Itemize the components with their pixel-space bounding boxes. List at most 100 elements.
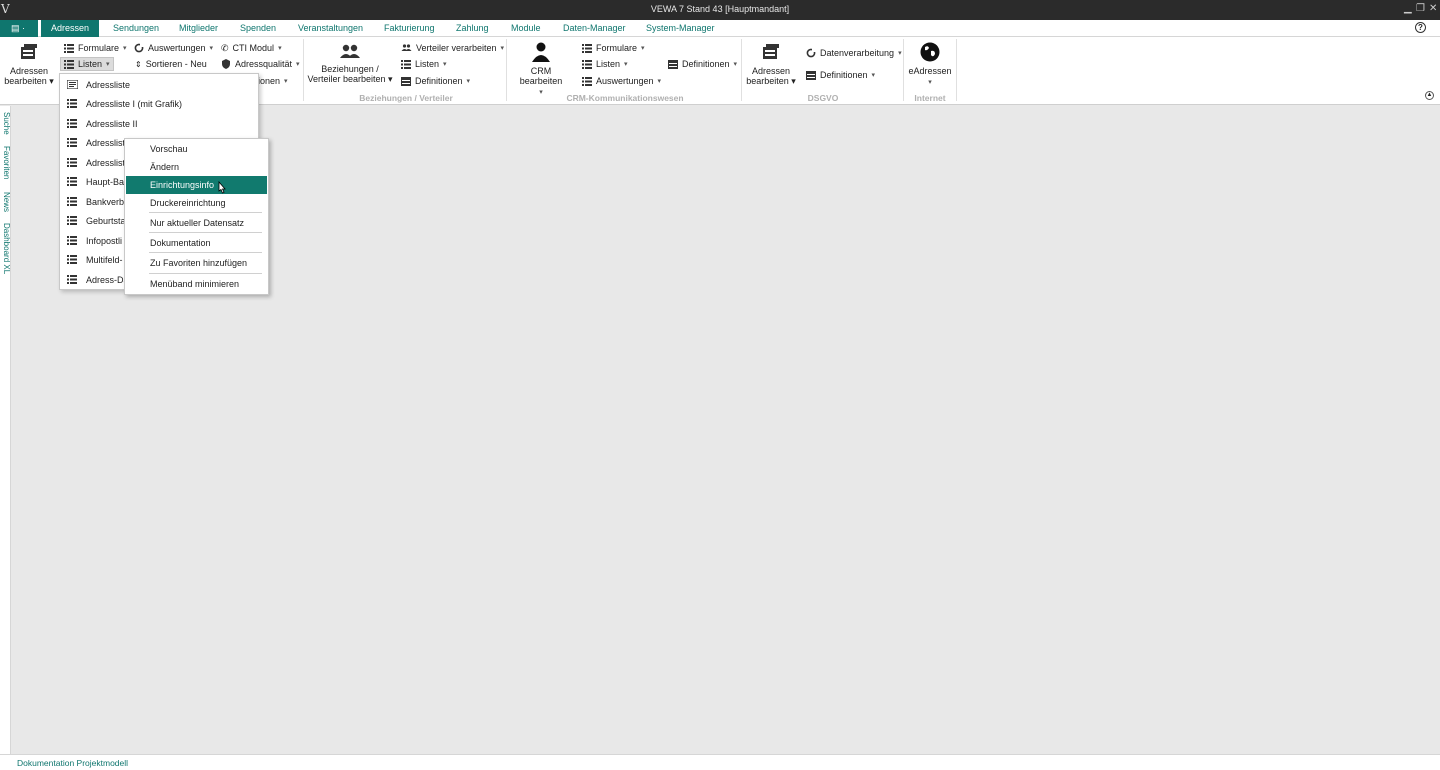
crm-bearbeiten-button[interactable]: CRM bearbeiten ▾ [509,42,573,98]
list-item-label: Infopostli [86,236,123,246]
status-text[interactable]: Dokumentation Projektmodell [17,758,128,768]
context-item-aendern[interactable]: Ändern [126,158,267,176]
list-item-label: Adresslist [86,138,126,148]
list-item[interactable]: Adressliste [60,75,258,94]
listen2-button[interactable]: Listen ▾ [401,57,447,71]
crm-auswertungen-button[interactable]: Auswertungen ▾ [582,74,661,88]
list-icon [582,76,592,86]
shield-icon [222,59,230,69]
database-icon [401,76,411,86]
list-icon [67,99,77,108]
listen-button[interactable]: Listen ▾ [60,57,114,71]
restore-button[interactable]: ❐ [1416,3,1425,14]
tab-zahlung[interactable]: Zahlung [456,23,489,33]
menu-separator [149,232,262,233]
list-item[interactable]: Adressliste I (mit Grafik) [60,94,258,113]
cti-modul-button[interactable]: ✆ CTI Modul ▾ [221,41,282,55]
sortieren-label: Sortieren - Neu [145,59,207,69]
dsgvo-definitionen-button[interactable]: Definitionen ▾ [806,68,875,82]
list-icon [67,236,77,245]
context-item-label: Menüband minimieren [150,279,240,289]
adressen-bearbeiten-label-1: Adressen [9,66,49,76]
refresh-icon [806,48,816,58]
auswertungen-label: Auswertungen [148,43,206,53]
database-icon [668,59,678,69]
sortieren-button[interactable]: ⇕ Sortieren - Neu [135,57,207,71]
ribbon-separator [303,39,304,101]
group-label-dsgvo: DSGVO [807,93,839,103]
tab-sendungen[interactable]: Sendungen [113,23,159,33]
context-item-druckereinrichtung[interactable]: Druckereinrichtung [126,194,267,212]
crm-formulare-button[interactable]: Formulare ▾ [582,41,645,55]
tab-fakturierung[interactable]: Fakturierung [384,23,435,33]
listen2-label: Listen [415,59,440,69]
tab-system-manager[interactable]: System-Manager [646,23,715,33]
close-button[interactable]: ✕ [1429,3,1437,14]
context-item-label: Einrichtungsinfo [150,180,215,190]
sort-icon: ⇕ [135,59,142,69]
dsgvo-definitionen-label: Definitionen [820,70,868,80]
verteiler-verarbeiten-button[interactable]: Verteiler verarbeiten ▾ [401,41,504,55]
context-item-einrichtungsinfo[interactable]: Einrichtungsinfo [126,176,267,194]
context-item-label: Dokumentation [150,238,211,248]
context-item-menueband[interactable]: Menüband minimieren [126,275,267,293]
context-item-vorschau[interactable]: Vorschau [126,140,267,158]
eadressen-button[interactable]: eAdressen ▾ [906,42,954,88]
beziehungen-label-1: Beziehungen / [321,64,379,74]
optionen-button[interactable]: ionen ▾ [258,74,288,88]
context-item-nur-aktueller[interactable]: Nur aktueller Datensatz [126,214,267,232]
verteiler-verarbeiten-label: Verteiler verarbeiten [416,43,497,53]
list-item-label: Adress-Da [86,275,129,285]
datenverarbeitung-button[interactable]: Datenverarbeitung ▾ [806,46,902,60]
definitionen-label: Definitionen [415,76,463,86]
tab-adressen[interactable]: Adressen [41,20,99,37]
beziehungen-button[interactable]: Beziehungen / Verteiler bearbeiten ▾ [306,44,394,84]
group-label-internet: Internet [914,93,946,103]
tab-spenden[interactable]: Spenden [240,23,276,33]
help-icon[interactable]: ? [1415,22,1426,33]
context-item-favoriten[interactable]: Zu Favoriten hinzufügen [126,254,267,272]
sidebar-tab-favoriten[interactable]: Favoriten [0,146,11,179]
people-icon [340,44,360,58]
adressqualitaet-button[interactable]: Adressqualität ▾ [221,57,300,71]
collapse-ribbon-icon[interactable]: ▲ [1425,91,1434,100]
people-icon [401,44,412,51]
crm-definitionen-button[interactable]: Definitionen ▾ [668,57,737,71]
adressen-bearbeiten-button[interactable]: Adressen bearbeiten ▾ [3,42,55,86]
list-icon [401,59,411,69]
tab-module[interactable]: Module [511,23,541,33]
sidebar-tab-dashboard[interactable]: Dashboard XL [0,223,11,274]
sidebar-tab-suche[interactable]: Suche [0,112,11,135]
cursor-icon [218,181,226,194]
tab-veranstaltungen[interactable]: Veranstaltungen [298,23,363,33]
list-icon [67,158,77,167]
formulare-button[interactable]: Formulare ▾ [64,41,127,55]
minimize-button[interactable]: ▁ [1404,3,1412,14]
menu-separator [149,252,262,253]
context-item-dokumentation[interactable]: Dokumentation [126,234,267,252]
tab-mitglieder[interactable]: Mitglieder [179,23,218,33]
crm-listen-button[interactable]: Listen ▾ [582,57,628,71]
formulare-label: Formulare [78,43,120,53]
ribbon-separator [506,39,507,101]
list-item-label: Adressliste II [86,119,138,129]
list-item[interactable]: Adressliste II [60,114,258,133]
list-icon [67,216,77,225]
status-bar: Dokumentation Projektmodell [0,754,1440,770]
beziehungen-label-2: Verteiler bearbeiten ▾ [307,74,393,84]
database-icon [763,44,779,59]
context-item-label: Nur aktueller Datensatz [150,218,245,228]
context-item-label: Druckereinrichtung [150,198,226,208]
cti-modul-label: CTI Modul [232,43,275,53]
tab-daten-manager[interactable]: Daten-Manager [563,23,626,33]
sidebar-tab-news[interactable]: News [0,192,11,212]
definitionen-button[interactable]: Definitionen ▾ [401,74,470,88]
dsgvo-adressen-button[interactable]: Adressen bearbeiten ▾ [744,42,798,86]
person-icon [532,42,550,62]
app-menu-button[interactable]: ▤ · [0,20,38,37]
window-title: VEWA 7 Stand 43 [Hauptmandant] [650,4,790,14]
crm-definitionen-label: Definitionen [682,59,730,69]
adressqualitaet-label: Adressqualität [235,59,293,69]
auswertungen-button[interactable]: Auswertungen ▾ [134,41,213,55]
group-label-crm: CRM-Kommunikationswesen [566,93,684,103]
